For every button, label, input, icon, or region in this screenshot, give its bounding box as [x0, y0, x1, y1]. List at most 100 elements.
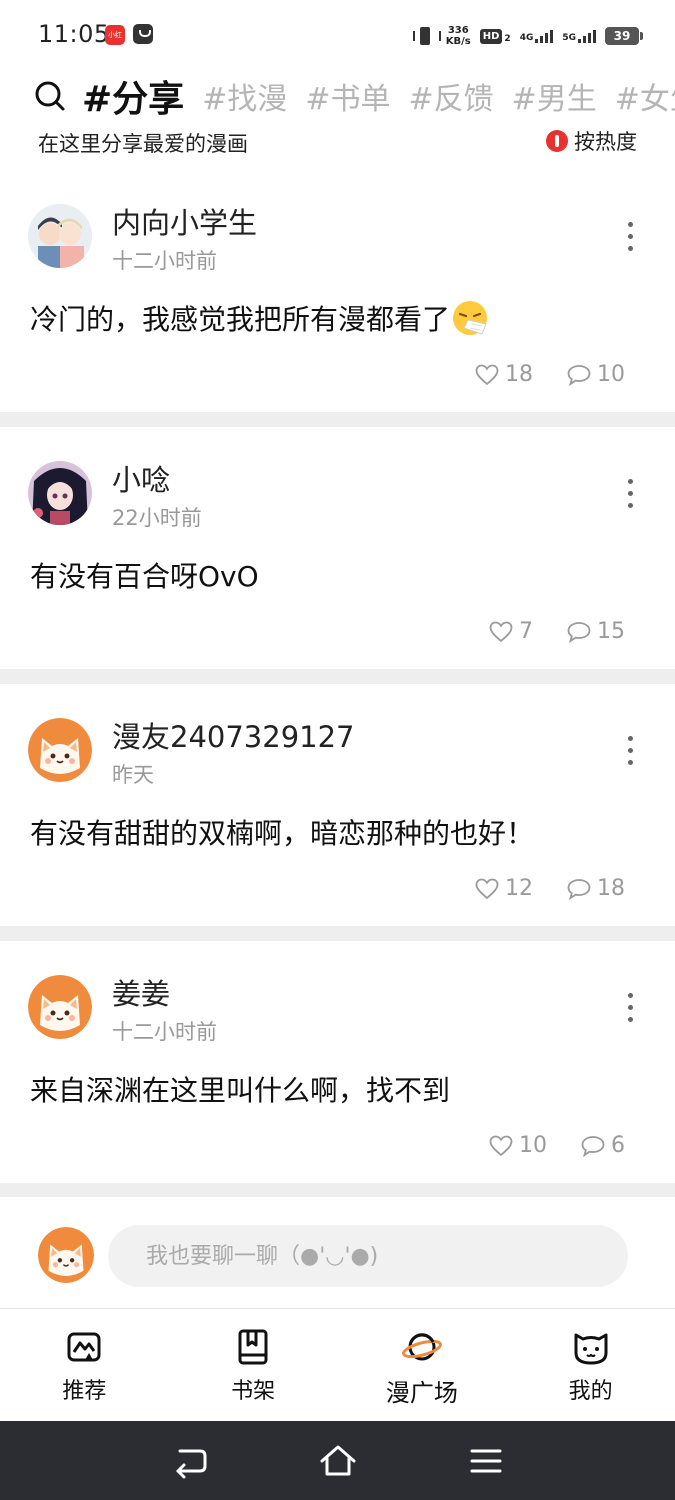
- cat-face-icon: [574, 1333, 608, 1365]
- search-icon[interactable]: [34, 80, 66, 112]
- like-button[interactable]: 18: [475, 362, 533, 387]
- heart-icon: [489, 1135, 513, 1156]
- post-username[interactable]: 姜姜: [112, 971, 170, 1013]
- tag-feedback[interactable]: #反馈: [408, 74, 493, 118]
- more-options-icon[interactable]: [623, 993, 637, 1023]
- post-content: 冷门的，我感觉我把所有漫都看了: [30, 298, 488, 338]
- post-actions: 7 15: [489, 619, 625, 644]
- battery-icon: 39: [605, 27, 643, 45]
- comment-input[interactable]: [108, 1225, 628, 1287]
- signal-bars-icon: [535, 29, 554, 43]
- system-navigation-bar: [0, 1421, 675, 1500]
- comment-button[interactable]: 18: [567, 876, 625, 901]
- signal-bars-icon: [578, 29, 596, 43]
- back-icon[interactable]: [170, 1441, 210, 1481]
- post-username[interactable]: 小唸: [112, 457, 170, 499]
- nav-mine-label: 我的: [568, 1379, 613, 1404]
- my-avatar: [38, 1227, 94, 1283]
- sort-by-popularity-button[interactable]: 按热度: [546, 126, 637, 156]
- sort-indicator-icon: [546, 130, 568, 152]
- post-time: 十二小时前: [112, 249, 217, 273]
- avatar[interactable]: [28, 718, 92, 782]
- post-card[interactable]: 姜姜 十二小时前 来自深渊在这里叫什么啊，找不到 10 6: [0, 941, 675, 1183]
- xiaohongshu-app-icon: 小红书: [105, 25, 125, 45]
- comment-count: 6: [611, 1133, 625, 1158]
- comment-bubble-icon: [581, 1135, 605, 1157]
- more-options-icon[interactable]: [623, 736, 637, 766]
- like-count: 7: [519, 619, 533, 644]
- post-card[interactable]: 小唸 22小时前 有没有百合呀OvO 7 15: [0, 427, 675, 669]
- nav-mine[interactable]: 我的: [506, 1309, 675, 1421]
- post-actions: 10 6: [489, 1133, 625, 1158]
- comment-button[interactable]: 15: [567, 619, 625, 644]
- post-card[interactable]: 内向小学生 十二小时前 冷门的，我感觉我把所有漫都看了 18 10: [0, 170, 675, 412]
- avatar[interactable]: [28, 204, 92, 268]
- post-time: 22小时前: [112, 506, 202, 530]
- post-text: 有没有百合呀OvO: [30, 560, 259, 593]
- post-username[interactable]: 内向小学生: [112, 200, 257, 242]
- sneezing-face-emoji-icon: [453, 301, 488, 335]
- like-count: 10: [519, 1133, 547, 1158]
- hd-sim-number: 2: [504, 33, 511, 44]
- bookshelf-icon: [238, 1329, 268, 1365]
- heart-icon: [489, 621, 513, 642]
- menu-icon[interactable]: [466, 1441, 506, 1481]
- comment-bubble-icon: [567, 878, 591, 900]
- post-card[interactable]: 漫友2407329127 昨天 有没有甜甜的双楠啊，暗恋那种的也好！ 12 18: [0, 684, 675, 926]
- nav-bookshelf-label: 书架: [231, 1379, 276, 1404]
- network-speed-value: 336: [447, 25, 469, 36]
- status-indicators: 336 KB/s HD 2 4G 5G 39: [412, 22, 643, 50]
- signal-4g-label: 4G: [519, 33, 534, 43]
- comment-button[interactable]: 10: [567, 362, 625, 387]
- nav-bookshelf[interactable]: 书架: [169, 1309, 338, 1421]
- tag-booklist[interactable]: #书单: [305, 74, 390, 118]
- tag-share[interactable]: #分享: [82, 70, 184, 122]
- post-divider: [0, 669, 675, 684]
- home-icon[interactable]: [318, 1441, 358, 1481]
- post-actions: 18 10: [475, 362, 625, 387]
- post-text: 有没有甜甜的双楠啊，暗恋那种的也好！: [30, 817, 535, 850]
- tag-list: #分享 #找漫 #书单 #反馈 #男生 #女生: [82, 70, 675, 122]
- heart-icon: [475, 878, 499, 899]
- post-feed: 内向小学生 十二小时前 冷门的，我感觉我把所有漫都看了 18 10 小唸 22小…: [0, 170, 675, 1198]
- like-count: 18: [505, 362, 533, 387]
- post-text: 来自深渊在这里叫什么啊，找不到: [30, 1074, 451, 1107]
- nav-manga-plaza[interactable]: 漫广场: [338, 1309, 507, 1421]
- signal-4g: 4G: [520, 29, 554, 43]
- comment-bar: [0, 1197, 675, 1307]
- post-divider: [0, 412, 675, 427]
- comment-count: 18: [597, 876, 625, 901]
- like-button[interactable]: 7: [489, 619, 533, 644]
- signal-5g: 5G: [562, 29, 596, 43]
- heart-icon: [475, 364, 499, 385]
- section-subtitle: 在这里分享最爱的漫画: [38, 132, 248, 156]
- post-text: 冷门的，我感觉我把所有漫都看了: [30, 303, 451, 336]
- post-divider: [0, 1183, 675, 1198]
- tag-female[interactable]: #女生: [615, 74, 675, 118]
- comment-bubble-icon: [567, 621, 591, 643]
- tag-header: #分享 #找漫 #书单 #反馈 #男生 #女生: [0, 70, 675, 122]
- avatar[interactable]: [28, 461, 92, 525]
- post-actions: 12 18: [475, 876, 625, 901]
- status-time: 11:05: [38, 20, 110, 48]
- like-button[interactable]: 10: [489, 1133, 547, 1158]
- network-speed-unit: KB/s: [445, 36, 471, 47]
- comment-count: 15: [597, 619, 625, 644]
- tag-find-manga[interactable]: #找漫: [202, 74, 287, 118]
- nav-recommend[interactable]: 推荐: [0, 1309, 169, 1421]
- post-time: 十二小时前: [112, 1020, 217, 1044]
- more-options-icon[interactable]: [623, 479, 637, 509]
- more-options-icon[interactable]: [623, 222, 637, 252]
- sort-label: 按热度: [574, 130, 637, 154]
- like-count: 12: [505, 876, 533, 901]
- like-button[interactable]: 12: [475, 876, 533, 901]
- tag-male[interactable]: #男生: [512, 74, 597, 118]
- nav-manga-plaza-label: 漫广场: [385, 1379, 458, 1407]
- notification-app-icon: [133, 24, 153, 44]
- avatar[interactable]: [28, 975, 92, 1039]
- vibrate-icon: [412, 26, 441, 46]
- post-username[interactable]: 漫友2407329127: [112, 714, 355, 756]
- bottom-nav: 推荐 书架 漫广场 我的: [0, 1308, 675, 1421]
- post-divider: [0, 926, 675, 941]
- comment-button[interactable]: 6: [581, 1133, 625, 1158]
